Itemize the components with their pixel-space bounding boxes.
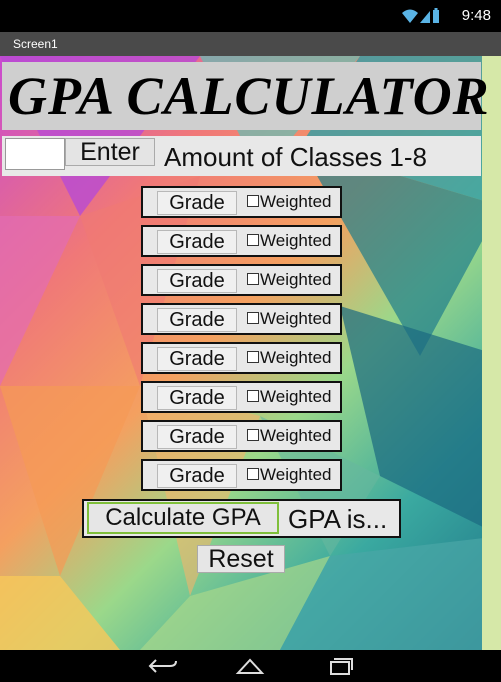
grade-button[interactable]: Grade bbox=[157, 386, 237, 410]
grade-button[interactable]: Grade bbox=[157, 464, 237, 488]
signal-icon bbox=[420, 11, 430, 23]
enter-button[interactable]: Enter bbox=[65, 138, 155, 166]
grade-row: Grade Weighted bbox=[141, 264, 342, 296]
grade-row: Grade Weighted bbox=[141, 381, 342, 413]
status-bar: 9:48 bbox=[0, 0, 501, 32]
grade-button[interactable]: Grade bbox=[157, 425, 237, 449]
gpa-result-label: GPA is... bbox=[288, 504, 388, 534]
navigation-bar bbox=[0, 650, 501, 682]
weighted-label: Weighted bbox=[260, 231, 332, 250]
weighted-label: Weighted bbox=[260, 309, 332, 328]
weighted-label: Weighted bbox=[260, 387, 332, 406]
weighted-label: Weighted bbox=[260, 465, 332, 484]
recent-apps-icon[interactable] bbox=[323, 656, 357, 676]
weighted-label: Weighted bbox=[260, 270, 332, 289]
grade-button[interactable]: Grade bbox=[157, 230, 237, 254]
status-time: 9:48 bbox=[461, 7, 491, 24]
grade-button[interactable]: Grade bbox=[157, 269, 237, 293]
calculate-gpa-button[interactable]: Calculate GPA bbox=[87, 502, 279, 534]
class-count-label: Amount of Classes 1-8 bbox=[164, 142, 428, 172]
screen-title: Screen1 bbox=[13, 37, 58, 51]
app-header: GPA CALCULATOR bbox=[2, 62, 490, 130]
grade-row: Grade Weighted bbox=[141, 186, 342, 218]
weighted-label: Weighted bbox=[260, 192, 332, 211]
weighted-label: Weighted bbox=[260, 348, 332, 367]
home-icon[interactable] bbox=[233, 656, 267, 676]
grade-row: Grade Weighted bbox=[141, 303, 342, 335]
weighted-checkbox[interactable] bbox=[247, 351, 259, 363]
reset-button[interactable]: Reset bbox=[197, 545, 285, 573]
weighted-checkbox[interactable] bbox=[247, 273, 259, 285]
battery-icon bbox=[433, 8, 439, 23]
grade-button[interactable]: Grade bbox=[157, 308, 237, 332]
weighted-checkbox[interactable] bbox=[247, 390, 259, 402]
right-edge-strip bbox=[482, 56, 501, 650]
app-title: GPA CALCULATOR bbox=[8, 66, 490, 126]
title-bar: Screen1 bbox=[0, 32, 501, 56]
grade-row: Grade Weighted bbox=[141, 225, 342, 257]
grade-row: Grade Weighted bbox=[141, 342, 342, 374]
weighted-checkbox[interactable] bbox=[247, 429, 259, 441]
weighted-label: Weighted bbox=[260, 426, 332, 445]
grade-button[interactable]: Grade bbox=[157, 191, 237, 215]
weighted-checkbox[interactable] bbox=[247, 468, 259, 480]
calculate-row: Calculate GPA GPA is... bbox=[82, 499, 401, 538]
weighted-checkbox[interactable] bbox=[247, 234, 259, 246]
weighted-checkbox[interactable] bbox=[247, 195, 259, 207]
weighted-checkbox[interactable] bbox=[247, 312, 259, 324]
back-icon[interactable] bbox=[146, 656, 180, 676]
grade-row: Grade Weighted bbox=[141, 420, 342, 452]
status-icons bbox=[402, 8, 439, 23]
wifi-icon bbox=[402, 9, 418, 23]
grade-button[interactable]: Grade bbox=[157, 347, 237, 371]
grade-row: Grade Weighted bbox=[141, 459, 342, 491]
class-count-row: Enter Amount of Classes 1-8 bbox=[2, 136, 481, 176]
class-count-input[interactable] bbox=[5, 138, 65, 170]
